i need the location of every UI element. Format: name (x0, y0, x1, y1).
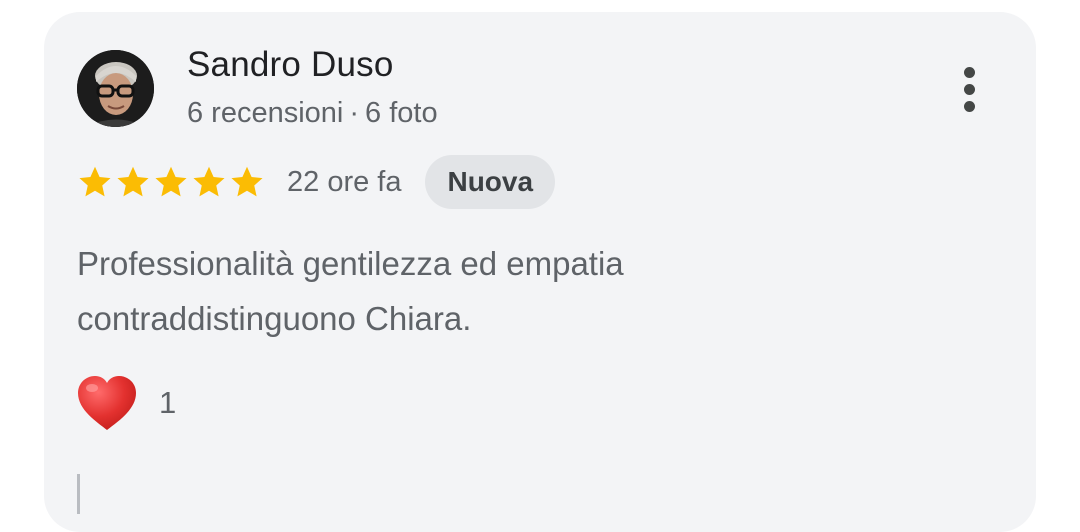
rating-row: 22 ore fa Nuova (77, 154, 556, 210)
star-icon (191, 165, 227, 199)
avatar-photo (77, 50, 154, 127)
author-meta: 6 recensioni · 6 foto (187, 97, 438, 130)
photos-count: 6 foto (365, 97, 438, 129)
star-icon (115, 165, 151, 199)
more-vert-icon (963, 66, 975, 78)
owner-reply-divider (77, 474, 80, 514)
star-icon (77, 165, 113, 199)
meta-separator: · (349, 97, 360, 129)
avatar[interactable] (77, 50, 154, 127)
new-badge: Nuova (425, 155, 556, 209)
more-vert-icon-dot (963, 83, 975, 95)
reviews-count: 6 recensioni (187, 97, 344, 129)
star-rating (77, 165, 265, 199)
reaction-count: 1 (159, 385, 177, 420)
star-icon (153, 165, 189, 199)
review-card: Sandro Duso 6 recensioni · 6 foto 22 ore… (44, 12, 1036, 532)
heart-icon (75, 374, 139, 432)
like-reaction-button[interactable]: 1 (75, 374, 176, 432)
review-text: Professionalità gentilezza ed empatia co… (77, 236, 977, 346)
review-text-line: contraddistinguono Chiara. (77, 300, 472, 337)
review-text-line: Professionalità gentilezza ed empatia (77, 245, 624, 282)
more-options-button[interactable] (944, 62, 994, 116)
author-name[interactable]: Sandro Duso (187, 45, 394, 85)
review-time: 22 ore fa (287, 165, 402, 198)
star-icon (229, 165, 265, 199)
more-vert-icon-dot (963, 100, 975, 112)
